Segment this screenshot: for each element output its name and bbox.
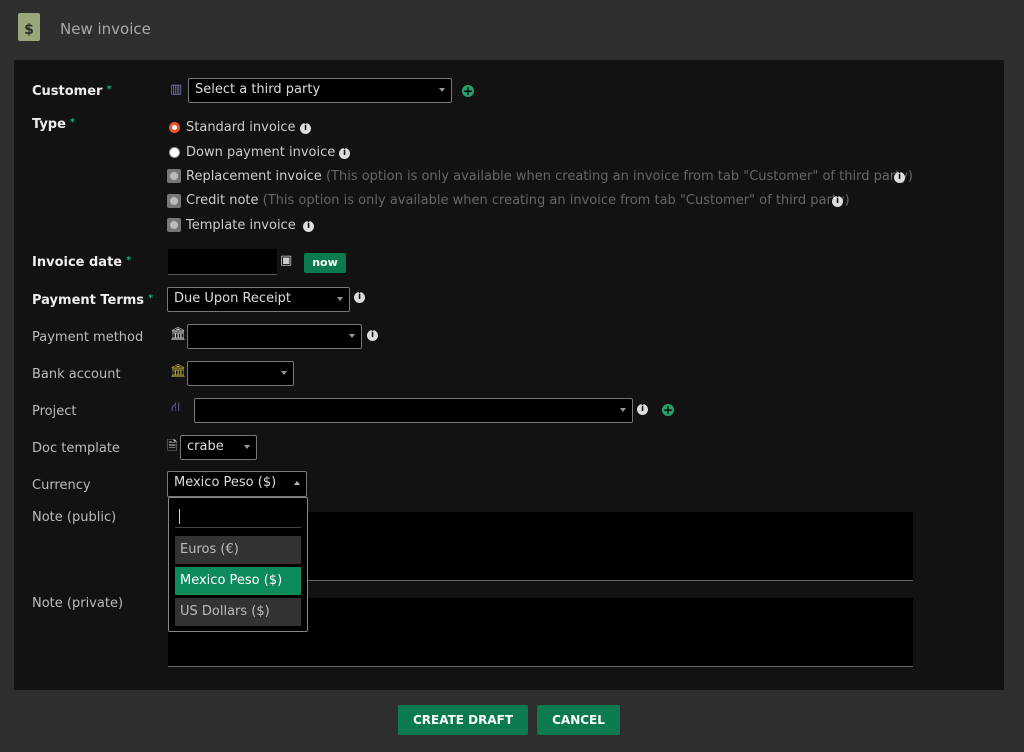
info-icon[interactable]: i	[303, 221, 314, 232]
currency-option-selected[interactable]: Mexico Peso ($)	[175, 567, 301, 595]
bank-account-select[interactable]	[187, 361, 294, 386]
currency-option[interactable]: US Dollars ($)	[175, 598, 301, 626]
bank-account-label: Bank account	[32, 367, 121, 382]
radio-standard-invoice[interactable]	[169, 122, 180, 133]
payment-terms-select[interactable]: Due Upon Receipt	[167, 287, 350, 312]
invoice-dollar-icon: $	[18, 13, 40, 41]
cancel-button[interactable]: CANCEL	[537, 705, 620, 735]
currency-dropdown: Euros (€) Mexico Peso ($) US Dollars ($)	[168, 497, 308, 632]
radio-down-payment-invoice[interactable]	[169, 147, 180, 158]
doc-template-label: Doc template	[32, 441, 120, 456]
info-icon[interactable]: i	[367, 330, 378, 341]
currency-search-input[interactable]	[175, 504, 301, 528]
currency-option[interactable]: Euros (€)	[175, 536, 301, 564]
project-select[interactable]	[194, 398, 633, 423]
add-project-icon[interactable]: +	[662, 404, 674, 416]
info-icon[interactable]: i	[339, 148, 350, 159]
payment-method-label: Payment method	[32, 330, 144, 345]
info-icon[interactable]: i	[832, 196, 843, 207]
info-icon[interactable]: i	[637, 404, 648, 415]
building-icon: ▥	[170, 82, 183, 97]
option-standard-invoice[interactable]: Standard invoice	[186, 120, 296, 135]
radio-replacement-invoice-disabled	[167, 169, 181, 183]
option-down-payment-invoice[interactable]: Down payment invoice	[186, 145, 335, 160]
project-tree-icon: ⛙	[171, 400, 181, 415]
invoice-form-panel	[14, 60, 1004, 690]
payment-method-select[interactable]	[187, 324, 362, 349]
info-icon[interactable]: i	[894, 172, 905, 183]
option-template-invoice: Template invoice	[186, 218, 296, 233]
customer-label: Customer *	[32, 84, 112, 99]
calendar-icon[interactable]: ▣	[280, 253, 292, 268]
invoice-date-label: Invoice date *	[32, 255, 132, 270]
doc-template-select[interactable]: crabe	[180, 435, 257, 460]
page-title: New invoice	[60, 20, 151, 38]
type-label: Type *	[32, 117, 76, 132]
add-customer-icon[interactable]: +	[462, 85, 474, 97]
info-icon[interactable]: i	[354, 292, 365, 303]
option-credit-note: Credit note (This option is only availab…	[186, 193, 850, 208]
radio-template-invoice-disabled	[167, 218, 181, 232]
pdf-file-icon: 🗎	[167, 439, 178, 454]
note-public-label: Note (public)	[32, 510, 117, 525]
project-label: Project	[32, 404, 77, 419]
create-draft-button[interactable]: CREATE DRAFT	[398, 705, 528, 735]
currency-label: Currency	[32, 478, 91, 493]
payment-terms-label: Payment Terms *	[32, 293, 154, 308]
radio-credit-note-disabled	[167, 194, 181, 208]
invoice-date-input[interactable]	[168, 249, 277, 275]
customer-select[interactable]: Select a third party	[188, 78, 452, 103]
info-icon[interactable]: i	[300, 123, 311, 134]
note-private-label: Note (private)	[32, 596, 124, 611]
currency-select[interactable]: Mexico Peso ($)	[167, 471, 307, 497]
now-button[interactable]: now	[304, 253, 346, 273]
bank-icon: 🏛	[170, 364, 187, 379]
option-replacement-invoice: Replacement invoice (This option is only…	[186, 169, 913, 184]
bank-icon: 🏛	[170, 327, 187, 342]
